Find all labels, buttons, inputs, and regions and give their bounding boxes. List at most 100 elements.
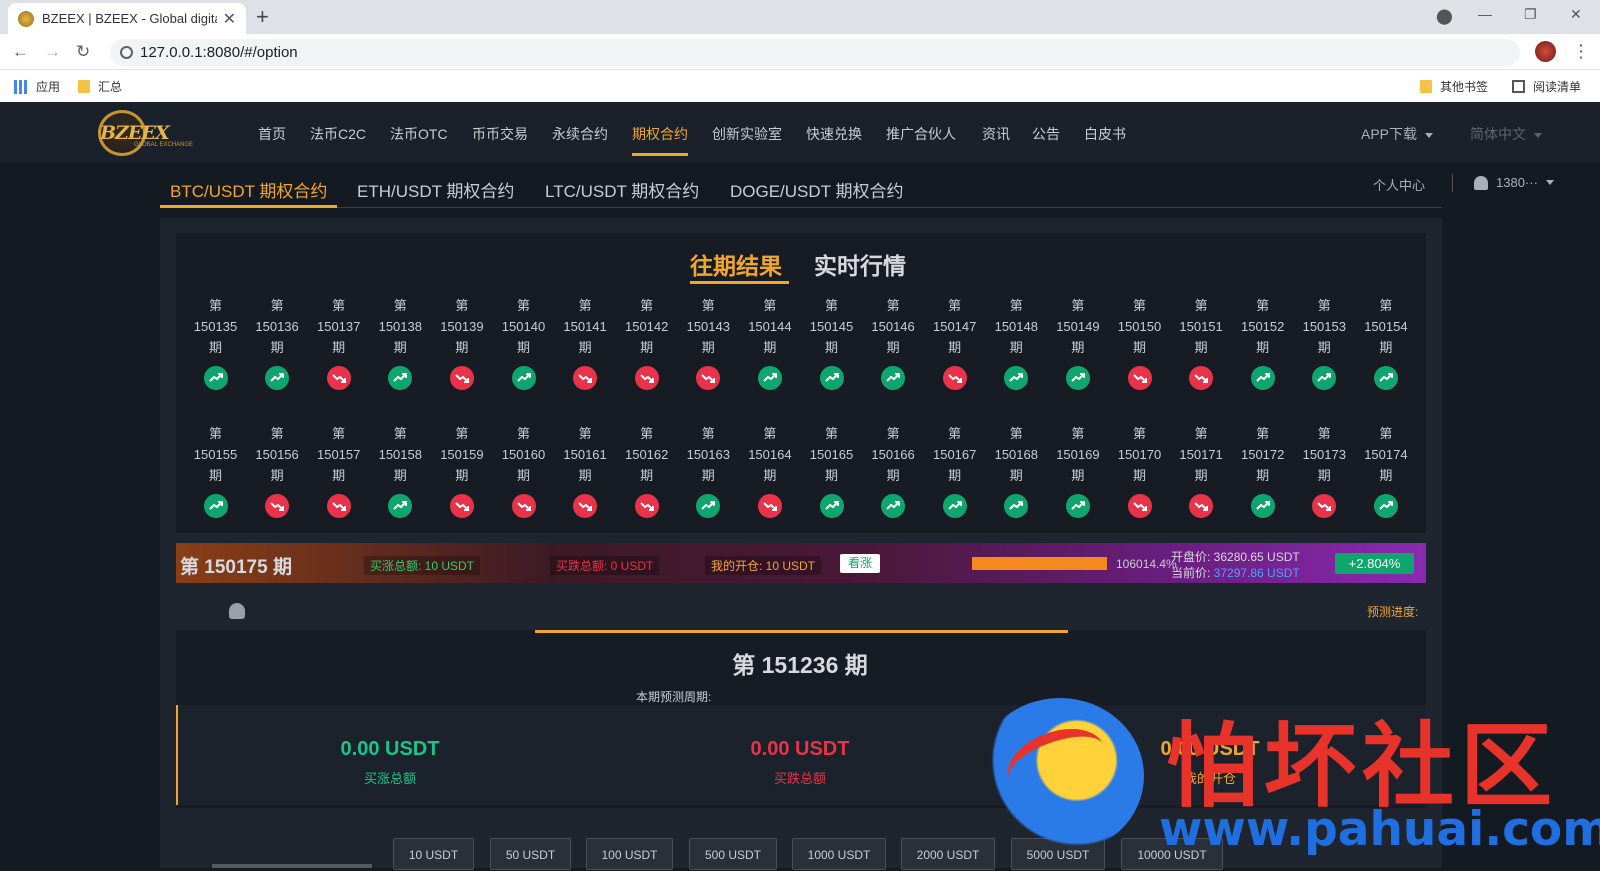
user-dropdown[interactable]: 1380··· bbox=[1474, 175, 1554, 190]
trend-up-icon bbox=[881, 494, 906, 518]
menu-item[interactable]: 公告 bbox=[1032, 124, 1060, 144]
site-info-icon[interactable] bbox=[120, 46, 133, 59]
period-number: 150151 bbox=[1179, 319, 1223, 334]
period-suffix: 期 bbox=[763, 468, 777, 483]
round-progress-line bbox=[535, 630, 1068, 633]
history-period-cell: 第 150159 期 bbox=[431, 423, 492, 518]
period-prefix: 第 bbox=[640, 426, 654, 441]
bet-amount-button[interactable]: 500 USDT bbox=[689, 838, 777, 870]
period-number: 150173 bbox=[1302, 447, 1346, 462]
bet-amount-button[interactable]: 50 USDT bbox=[490, 838, 571, 870]
reload-icon[interactable]: ↻ bbox=[76, 42, 90, 62]
period-prefix: 第 bbox=[1379, 298, 1393, 313]
menu-item[interactable]: 资讯 bbox=[982, 124, 1010, 144]
period-number: 150161 bbox=[563, 447, 607, 462]
menu-item[interactable]: 首页 bbox=[258, 124, 286, 144]
reading-list-icon bbox=[1512, 80, 1525, 93]
trend-down-icon bbox=[757, 494, 782, 518]
menu-item[interactable]: 法币OTC bbox=[390, 124, 448, 144]
url-field[interactable]: 127.0.0.1:8080/#/option bbox=[110, 39, 1520, 66]
active-pair-underline bbox=[160, 205, 337, 208]
browser-tab[interactable]: BZEEX | BZEEX - Global digita ✕ bbox=[8, 3, 246, 34]
trend-down-icon bbox=[1312, 494, 1337, 518]
trend-up-icon bbox=[1065, 494, 1090, 518]
period-number: 150149 bbox=[1056, 319, 1100, 334]
bet-amount-button[interactable]: 100 USDT bbox=[586, 838, 673, 870]
period-prefix: 第 bbox=[393, 298, 407, 313]
pair-tab[interactable]: ETH/USDT 期权合约 bbox=[357, 177, 514, 202]
period-suffix: 期 bbox=[208, 340, 222, 355]
period-prefix: 第 bbox=[270, 298, 284, 313]
period-prefix: 第 bbox=[1071, 426, 1085, 441]
period-suffix: 期 bbox=[824, 340, 838, 355]
period-suffix: 期 bbox=[1009, 340, 1023, 355]
period-number: 150138 bbox=[378, 319, 422, 334]
menu-item[interactable]: 法币C2C bbox=[310, 124, 366, 144]
period-number: 150140 bbox=[501, 319, 546, 334]
window-close-icon[interactable]: ✕ bbox=[1570, 6, 1582, 23]
bull-badge: 看涨 bbox=[840, 554, 880, 573]
period-suffix: 期 bbox=[578, 468, 592, 483]
browser-menu-icon[interactable]: ⋮ bbox=[1572, 41, 1590, 62]
app-download-dropdown[interactable]: APP下载 bbox=[1361, 124, 1434, 144]
period-prefix: 第 bbox=[948, 298, 962, 313]
period-suffix: 期 bbox=[516, 340, 530, 355]
back-icon[interactable]: ← bbox=[12, 42, 29, 62]
trend-down-icon bbox=[326, 366, 351, 390]
menu-item[interactable]: 推广合伙人 bbox=[886, 124, 956, 144]
period-number: 150171 bbox=[1179, 447, 1223, 462]
language-dropdown[interactable]: 简体中文 bbox=[1470, 124, 1542, 144]
history-period-cell: 第 150160 期 bbox=[493, 423, 554, 518]
menu-item[interactable]: 快速兑换 bbox=[806, 124, 862, 144]
menu-item[interactable]: 永续合约 bbox=[552, 124, 608, 144]
history-period-cell: 第 150146 期 bbox=[863, 295, 924, 390]
period-number: 150167 bbox=[932, 447, 977, 462]
user-center-link[interactable]: 个人中心 bbox=[1373, 175, 1425, 194]
bookmark-reading-list[interactable]: 阅读清单 bbox=[1512, 78, 1581, 95]
horizontal-scrollbar[interactable] bbox=[212, 864, 372, 868]
period-suffix: 期 bbox=[1132, 468, 1146, 483]
chevron-down-icon bbox=[1425, 132, 1434, 138]
url-text: 127.0.0.1:8080/#/option bbox=[140, 44, 298, 61]
period-number: 150164 bbox=[748, 447, 792, 462]
bookmark-other[interactable]: 其他书签 bbox=[1420, 78, 1488, 95]
menu-item[interactable]: 期权合约 bbox=[632, 124, 688, 144]
tab-past-results[interactable]: 往期结果 bbox=[690, 247, 782, 281]
bookmark-apps[interactable]: 应用 bbox=[14, 78, 60, 95]
menu-item[interactable]: 白皮书 bbox=[1084, 124, 1126, 144]
watermark: 怕坏社区 www.pahuai.com bbox=[976, 692, 1600, 868]
round-down-label: 买跌总额 bbox=[773, 771, 826, 786]
profile-menu-icon[interactable]: ⬤ bbox=[1436, 7, 1453, 25]
pair-tab[interactable]: BTC/USDT 期权合约 bbox=[170, 177, 327, 202]
period-suffix: 期 bbox=[516, 468, 530, 483]
close-tab-icon[interactable]: ✕ bbox=[223, 9, 236, 29]
period-prefix: 第 bbox=[886, 426, 900, 441]
trend-up-icon bbox=[881, 366, 906, 390]
extension-icon[interactable] bbox=[1535, 41, 1556, 62]
bet-amount-button[interactable]: 10 USDT bbox=[393, 838, 474, 870]
bet-amount-button[interactable]: 1000 USDT bbox=[792, 838, 886, 870]
menu-item[interactable]: 币币交易 bbox=[472, 124, 528, 144]
menu-item[interactable]: 创新实验室 bbox=[712, 124, 782, 144]
forward-icon[interactable]: → bbox=[44, 42, 61, 62]
pair-tab[interactable]: DOGE/USDT 期权合约 bbox=[730, 177, 903, 202]
tab-live-market[interactable]: 实时行情 bbox=[814, 247, 906, 281]
period-suffix: 期 bbox=[1071, 468, 1085, 483]
minimize-icon[interactable]: — bbox=[1478, 6, 1492, 22]
period-suffix: 期 bbox=[1317, 468, 1331, 483]
period-prefix: 第 bbox=[701, 426, 715, 441]
period-number: 150150 bbox=[1117, 319, 1162, 334]
logo[interactable]: BZEEX GLOBAL EXCHANGE bbox=[98, 110, 194, 156]
bookmark-folder[interactable]: 汇总 bbox=[78, 78, 122, 95]
period-suffix: 期 bbox=[1009, 468, 1023, 483]
pair-tab[interactable]: LTC/USDT 期权合约 bbox=[545, 177, 699, 202]
round-up-label: 买涨总额 bbox=[363, 771, 416, 786]
period-number: 150156 bbox=[255, 447, 299, 462]
period-number: 150166 bbox=[871, 447, 915, 462]
watermark-url: www.pahuai.com bbox=[1159, 802, 1600, 857]
history-period-cell: 第 150140 期 bbox=[493, 295, 554, 390]
new-tab-icon[interactable]: + bbox=[256, 4, 269, 30]
period-prefix: 第 bbox=[208, 298, 222, 313]
restore-icon[interactable]: ❐ bbox=[1524, 6, 1537, 23]
history-period-cell: 第 150170 期 bbox=[1109, 423, 1170, 518]
